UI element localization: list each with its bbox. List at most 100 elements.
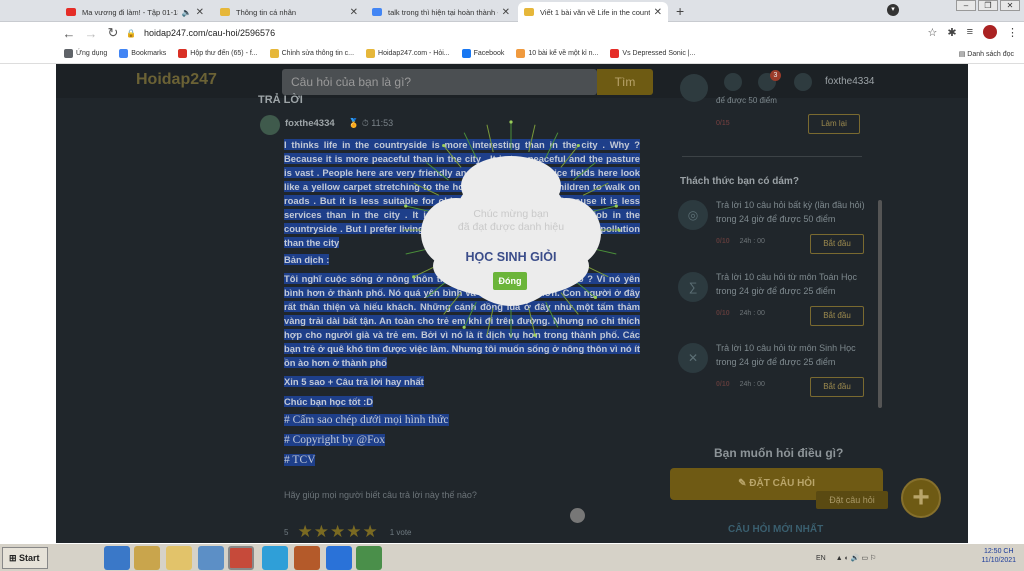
language-indicator[interactable]: EN	[816, 555, 826, 562]
congrats-line: Chúc mừng bạn	[473, 208, 549, 220]
zalo-icon[interactable]	[326, 546, 352, 570]
challenge-progress: 0/10	[716, 381, 730, 388]
close-icon[interactable]: ✕	[196, 7, 204, 18]
biology-icon: ✕	[678, 343, 708, 373]
challenge-text: Trả lời 10 câu hỏi bất kỳ (lần đầu hỏi) …	[716, 200, 865, 224]
media-icon[interactable]: ≡	[967, 26, 973, 38]
speaker-icon[interactable]: 🔈	[182, 8, 192, 17]
restore-button[interactable]: ❐	[978, 0, 998, 11]
cloud-shape	[461, 156, 561, 216]
close-icon[interactable]: ✕	[350, 7, 358, 18]
bookmark-icon	[516, 49, 526, 58]
close-icon[interactable]: ✕	[502, 7, 510, 18]
apps-icon	[64, 49, 73, 58]
star-icon[interactable]: ★	[297, 522, 312, 542]
challenge-time: 24h : 00	[739, 238, 765, 245]
bookmark-item[interactable]: Facebook	[461, 49, 505, 58]
start-button[interactable]: Bắt đầu	[810, 306, 864, 326]
start-button[interactable]: ⊞ Start	[2, 547, 48, 569]
profile-avatar[interactable]	[983, 25, 997, 39]
bookmark-label: Bookmarks	[131, 50, 167, 57]
bookmark-label: Facebook	[473, 50, 505, 57]
star-icon[interactable]: ★	[314, 522, 329, 542]
page-margin-left	[0, 64, 56, 543]
page-margin-right	[968, 64, 1024, 543]
site-logo[interactable]: Hoidap247	[136, 71, 217, 89]
bookmark-item[interactable]: Bookmarks	[119, 49, 166, 58]
congrats-text: Chúc mừng bạn đã đạt được danh hiệu	[421, 208, 601, 234]
star-icon[interactable]: ☆	[927, 26, 937, 39]
congrats-line: đã đạt được danh hiệu	[457, 221, 565, 233]
clock[interactable]: 12:50 CH 11/10/2021	[981, 547, 1016, 565]
challenge-progress: 0/10	[716, 310, 730, 317]
star-icon[interactable]: ★	[330, 522, 345, 542]
menu-icon[interactable]: ⋮	[1007, 26, 1018, 39]
start-button[interactable]: Bắt đầu	[810, 377, 864, 397]
edge-icon[interactable]	[262, 546, 288, 570]
bookmarks-bar: Ứng dụng Bookmarks Hộp thư đến (65) - f...…	[0, 44, 1024, 64]
app-icon[interactable]	[356, 546, 382, 570]
retry-button[interactable]: Làm lại	[808, 114, 860, 134]
drag-handle[interactable]	[570, 508, 585, 523]
tab-youtube[interactable]: Ma vương đi làm! - Tập 01-13 🔈 ✕	[60, 2, 210, 22]
bookmark-item[interactable]: Chỉnh sửa thông tin c...	[269, 49, 354, 58]
ie-icon[interactable]	[104, 546, 130, 570]
plus-icon[interactable]: +	[901, 478, 941, 518]
tab-title: Thông tin cá nhân	[236, 7, 297, 17]
right-sidebar: để được 50 điểm 0/15 Làm lại Thách thức …	[668, 74, 968, 543]
challenge-time: 24h : 00	[739, 381, 765, 388]
forward-icon[interactable]: →	[80, 26, 102, 41]
bookmark-label: 10 bài kể về một kỉ n...	[528, 50, 599, 57]
reload-icon[interactable]: ↻	[102, 25, 124, 41]
rating-value: 5	[284, 527, 289, 537]
tab-search-icon[interactable]: ▾	[887, 4, 899, 16]
challenge-card: ∑ Trả lời 10 câu hỏi từ môn Toán Học tro…	[678, 270, 878, 336]
settings-icon[interactable]	[198, 546, 224, 570]
bookmark-item[interactable]: Hộp thư đến (65) - f...	[178, 49, 258, 58]
tab-active-question[interactable]: Viết 1 bài văn về Life in the country ✕	[518, 2, 668, 22]
translation-label-text: Bản dịch :	[284, 254, 330, 265]
newest-questions-heading[interactable]: CÂU HỎI MỚI NHẤT	[728, 524, 823, 535]
answer-time: 🏅 ⏱ 11:53	[348, 118, 394, 128]
game-icon[interactable]	[294, 546, 320, 570]
reading-list[interactable]: ▤ Danh sách đọc	[959, 50, 1014, 58]
close-button[interactable]: Đóng	[493, 272, 527, 290]
address-bar[interactable]: 🔒 hoidap247.com/cau-hoi/2596576	[126, 25, 876, 41]
tab-google[interactable]: talk trong thì hiện tại hoàn thành - ✕	[366, 2, 516, 22]
media-player-icon[interactable]	[134, 546, 160, 570]
chrome-icon[interactable]	[228, 546, 254, 570]
author-avatar[interactable]	[260, 115, 280, 135]
tab-profile[interactable]: Thông tin cá nhân ✕	[214, 2, 364, 22]
ask-heading: Bạn muốn hỏi điều gì?	[714, 446, 844, 460]
close-icon[interactable]: ✕	[654, 7, 662, 18]
star-icon[interactable]: ★	[362, 522, 377, 542]
answer-heading: TRẢ LỜI	[258, 94, 303, 106]
bookmark-label: Ứng dụng	[76, 50, 108, 57]
new-tab-button[interactable]: +	[676, 3, 684, 19]
star-icon[interactable]: ★	[346, 522, 361, 542]
back-icon[interactable]: ←	[58, 26, 80, 41]
bookmark-icon	[366, 49, 376, 58]
burst-ray	[545, 132, 559, 159]
sidebar-scrollbar[interactable]	[878, 200, 882, 408]
challenge-meta: 0/10 24h : 00	[716, 381, 765, 388]
extensions-icon[interactable]: ✱	[947, 26, 956, 39]
start-button[interactable]: Bắt đầu	[810, 234, 864, 254]
toolbar-actions: ☆ ✱ ≡ ⋮	[927, 25, 1018, 39]
bookmark-item[interactable]: Hoidap247.com - Hỏi...	[366, 49, 450, 58]
post-question-tooltip: Đặt câu hỏi	[816, 491, 888, 509]
minimize-button[interactable]: –	[956, 0, 976, 11]
window-controls: – ❐ ✕	[956, 0, 1020, 11]
close-window-button[interactable]: ✕	[1000, 0, 1020, 11]
tcv-text: # TCV	[284, 454, 316, 466]
folder-icon[interactable]	[166, 546, 192, 570]
bookmark-item[interactable]: Vs Depressed Sonic |...	[610, 49, 695, 58]
bookmark-label: Vs Depressed Sonic |...	[622, 50, 696, 57]
bookmark-item[interactable]: Ứng dụng	[64, 49, 107, 58]
bookmark-item[interactable]: 10 bài kể về một kỉ n...	[516, 49, 598, 58]
burst-ray	[486, 124, 494, 153]
challenge-meta: 0/10 24h : 00	[716, 238, 765, 245]
tab-title: Ma vương đi làm! - Tập 01-13	[82, 7, 178, 17]
tray-icons[interactable]: ▲ ◐ 🔊 ▭ ⚐	[836, 554, 877, 562]
author-name[interactable]: foxthe4334	[285, 118, 335, 129]
